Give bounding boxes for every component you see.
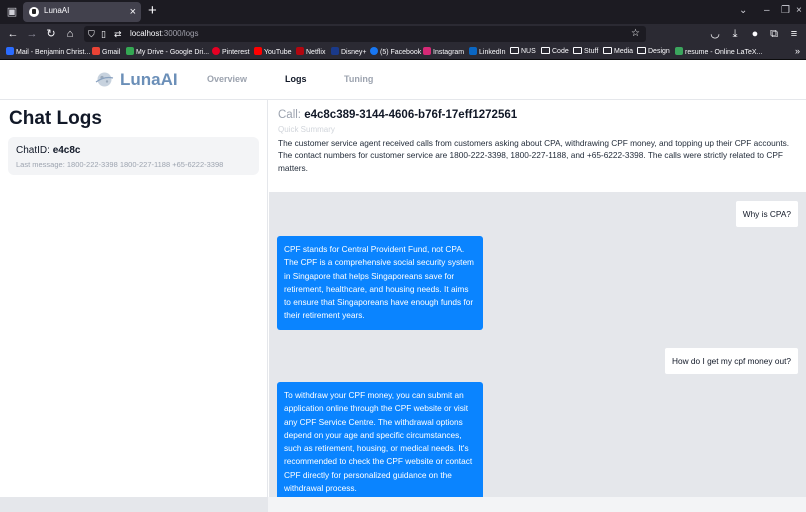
folder-icon [573, 47, 582, 54]
permissions-icon[interactable]: ⇄ [114, 27, 122, 41]
nav-overview[interactable]: Overview [207, 74, 247, 84]
assistant-message: To withdraw your CPF money, you can subm… [277, 382, 483, 497]
quick-summary-label: Quick Summary [278, 125, 335, 134]
bookmark-linkedin[interactable]: LinkedIn [469, 47, 505, 57]
bookmark-folder-code[interactable]: Code [541, 47, 569, 57]
page-content: LunaAI Overview Logs Tuning Chat Logs Ch… [0, 60, 806, 497]
bookmark-youtube[interactable]: YouTube [254, 47, 292, 57]
folder-icon [510, 47, 519, 54]
overleaf-icon [675, 47, 683, 55]
url-text[interactable]: localhost:3000/logs [130, 29, 199, 38]
home-icon[interactable]: ⌂ [63, 27, 77, 41]
url-path: :3000/logs [161, 29, 199, 38]
forward-icon[interactable]: → [25, 27, 39, 41]
call-summary: Call: e4c8c389-3144-4606-b76f-17eff12725… [269, 100, 806, 192]
bookmark-folder-nus[interactable]: NUS [510, 47, 536, 57]
bookmark-folder-media[interactable]: Media [603, 47, 633, 57]
folder-icon [637, 47, 646, 54]
download-icon[interactable]: ⤓ [728, 27, 742, 41]
chat-id-value: e4c8c [52, 145, 81, 156]
folder-icon [603, 47, 612, 54]
reload-icon[interactable]: ↻ [44, 27, 58, 41]
chat-logs-title: Chat Logs [9, 108, 102, 129]
close-window-icon[interactable]: × [796, 4, 802, 18]
mail-icon [6, 47, 14, 55]
url-bar[interactable]: ⛉ ▯ ⇄ localhost:3000/logs ☆ [84, 26, 646, 42]
bookmark-pinterest[interactable]: Pinterest [212, 47, 250, 57]
bookmark-netflix[interactable]: Netflix [296, 47, 325, 57]
call-id: e4c8c389-3144-4606-b76f-17eff1272561 [304, 109, 518, 121]
bookmark-folder-stuff[interactable]: Stuff [573, 47, 598, 57]
lunaai-logo-icon [95, 72, 114, 87]
new-tab-icon[interactable]: + [148, 3, 157, 19]
lunaai-favicon-icon [29, 7, 39, 17]
linkedin-icon [469, 47, 477, 55]
drive-icon [126, 47, 134, 55]
bookmark-facebook[interactable]: (5) Facebook [370, 47, 421, 57]
tab-strip: ▣ LunaAI × + ⌄ – ❐ × [0, 0, 806, 24]
tab-lunaai[interactable]: LunaAI × [23, 2, 141, 22]
youtube-icon [254, 47, 262, 55]
user-message: How do I get my cpf money out? [665, 348, 798, 374]
shield-icon[interactable]: ⛉ [88, 27, 95, 41]
disney-icon [331, 47, 339, 55]
more-bookmarks-icon[interactable]: » [795, 46, 800, 56]
summary-text: The customer service agent received call… [278, 138, 790, 173]
chevron-down-icon[interactable]: ⌄ [739, 4, 747, 18]
chat-last-message: Last message: 1800-222-3398 1800-227-118… [16, 160, 224, 169]
chat-id: ChatID: e4c8c [16, 145, 81, 156]
chat-log-item[interactable]: ChatID: e4c8c Last message: 1800-222-339… [8, 137, 259, 175]
brand-name[interactable]: LunaAI [120, 70, 178, 90]
bookmark-star-icon[interactable]: ☆ [631, 27, 640, 41]
bookmark-mail[interactable]: Mail - Benjamin Christ... [6, 47, 90, 57]
bookmarks-bar: Mail - Benjamin Christ... Gmail My Drive… [0, 44, 806, 60]
url-host: localhost [130, 29, 162, 38]
horizontal-scrollbar[interactable] [0, 497, 806, 512]
restore-icon[interactable]: ❐ [781, 4, 790, 18]
close-tab-icon[interactable]: × [130, 5, 136, 19]
tab-title: LunaAI [44, 6, 70, 15]
bookmark-folder-design[interactable]: Design [637, 47, 670, 57]
nav-logs[interactable]: Logs [285, 74, 307, 84]
chat-id-label: ChatID: [16, 145, 50, 156]
bookmark-instagram[interactable]: Instagram [423, 47, 464, 57]
minimize-icon[interactable]: – [764, 4, 770, 18]
call-label: Call: [278, 109, 302, 121]
bookmark-resume[interactable]: resume - Online LaTeX... [675, 47, 762, 57]
account-icon[interactable]: ● [748, 27, 762, 41]
chat-logs-panel: Chat Logs ChatID: e4c8c Last message: 18… [0, 100, 268, 497]
menu-icon[interactable]: ≡ [787, 27, 801, 41]
extensions-icon[interactable]: ⧉ [767, 27, 781, 41]
pinterest-icon [212, 47, 220, 55]
browser-window: ▣ LunaAI × + ⌄ – ❐ × ← → ↻ ⌂ ⛉ ▯ ⇄ local… [0, 0, 806, 512]
bookmark-drive[interactable]: My Drive - Google Dri... [126, 47, 209, 57]
netflix-icon [296, 47, 304, 55]
app-header: LunaAI Overview Logs Tuning [0, 60, 806, 100]
tab-list-icon[interactable]: ▣ [5, 5, 19, 19]
call-detail-panel: Call: e4c8c389-3144-4606-b76f-17eff12725… [269, 100, 806, 497]
instagram-icon [423, 47, 431, 55]
back-icon[interactable]: ← [6, 27, 20, 41]
pocket-icon[interactable]: ◡ [708, 27, 722, 41]
user-message: Why is CPA? [735, 201, 798, 227]
scrollbar-thumb[interactable] [0, 497, 268, 512]
gmail-icon [92, 47, 100, 55]
bookmark-gmail[interactable]: Gmail [92, 47, 120, 57]
nav-tuning[interactable]: Tuning [344, 74, 373, 84]
navigation-bar: ← → ↻ ⌂ ⛉ ▯ ⇄ localhost:3000/logs ☆ ◡ ⤓ … [0, 24, 806, 44]
message-thread[interactable]: Why is CPA? CPF stands for Central Provi… [269, 192, 806, 497]
page-icon[interactable]: ▯ [101, 27, 106, 41]
call-heading: Call: e4c8c389-3144-4606-b76f-17eff12725… [278, 109, 517, 121]
assistant-message: CPF stands for Central Provident Fund, n… [277, 236, 483, 330]
bookmark-disney[interactable]: Disney+ [331, 47, 366, 57]
folder-icon [541, 47, 550, 54]
facebook-icon [370, 47, 378, 55]
